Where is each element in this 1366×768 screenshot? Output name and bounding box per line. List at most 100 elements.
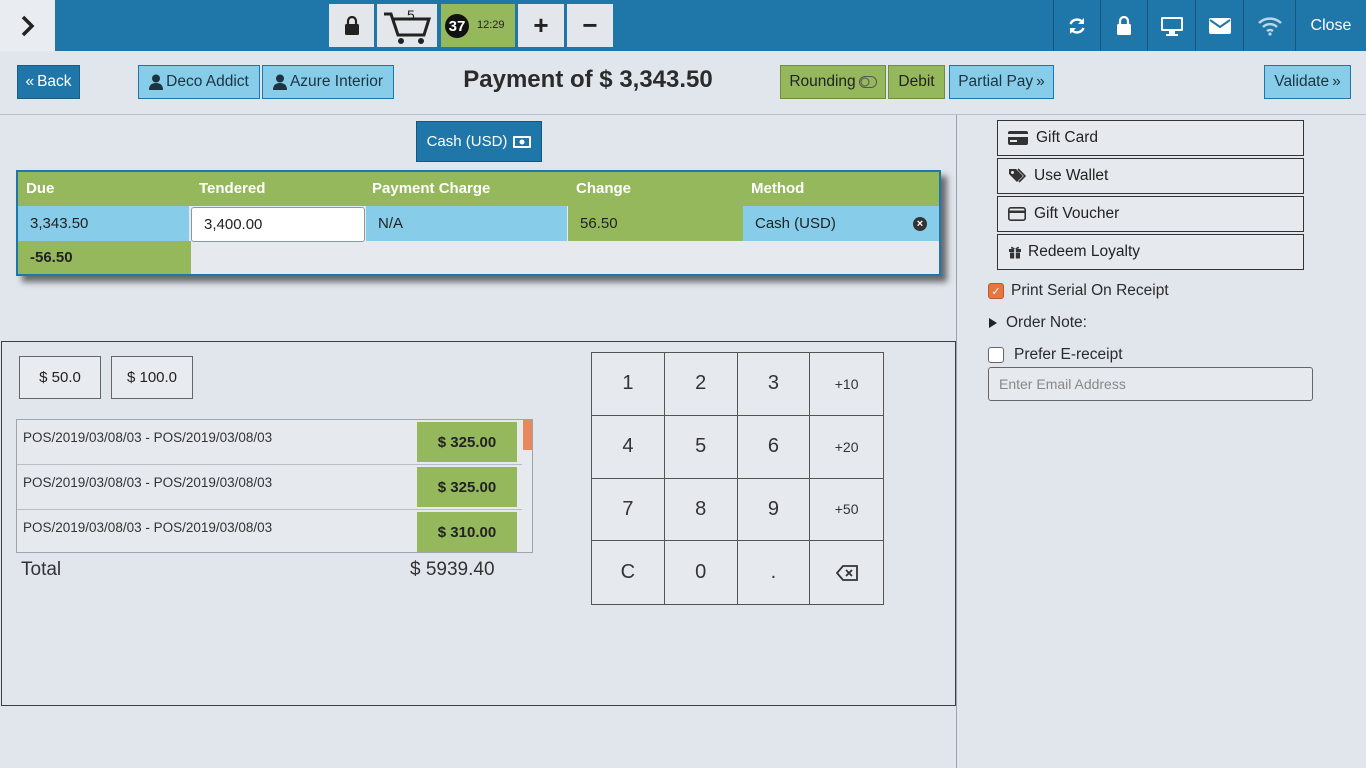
invoice-amount: $ 310.00 xyxy=(417,512,517,552)
customer-display-button[interactable] xyxy=(1147,0,1195,51)
cart-button[interactable]: 5 xyxy=(377,4,437,47)
change-cell: 56.50 xyxy=(568,206,743,241)
debit-button[interactable]: Debit xyxy=(888,65,945,99)
lock-icon xyxy=(344,15,359,35)
gift-voucher-button[interactable]: Gift Voucher xyxy=(997,196,1304,232)
double-chevron-right-icon: » xyxy=(1332,73,1341,90)
invoice-label: POS/2019/03/08/03 - POS/2019/03/08/03 xyxy=(23,520,273,535)
method-cell: Cash (USD) xyxy=(743,206,939,241)
delete-order-button[interactable]: − xyxy=(567,4,613,47)
chevron-right-icon xyxy=(21,15,34,36)
close-label: Close xyxy=(1310,16,1352,34)
gift-card-button[interactable]: Gift Card xyxy=(997,120,1304,156)
envelope-icon xyxy=(1208,17,1231,34)
new-order-button[interactable]: + xyxy=(518,4,564,47)
rounding-button[interactable]: Rounding xyxy=(780,65,886,99)
numpad-key-0[interactable]: 0 xyxy=(665,541,738,604)
backspace-icon xyxy=(835,564,858,581)
print-serial-checkbox[interactable]: ✓ xyxy=(988,283,1004,299)
numpad-key-1[interactable]: 1 xyxy=(592,353,665,416)
numpad-key-6[interactable]: 6 xyxy=(737,415,811,479)
customer-name: Deco Addict xyxy=(166,73,249,90)
credit-card-icon xyxy=(1008,207,1026,221)
order-note-toggle[interactable]: Order Note: xyxy=(988,314,1087,332)
scrollbar-thumb[interactable] xyxy=(523,420,532,450)
use-wallet-label: Use Wallet xyxy=(1034,167,1109,184)
print-serial-option[interactable]: ✓ Print Serial On Receipt xyxy=(988,282,1169,300)
sync-button[interactable] xyxy=(1053,0,1100,51)
payment-method-tab-cash[interactable]: Cash (USD) xyxy=(416,121,542,162)
prefer-ereceipt-checkbox[interactable] xyxy=(988,347,1004,363)
tendered-input[interactable]: 3,400.00 xyxy=(191,207,365,242)
payment-lines-table: Due Tendered Payment Charge Change Metho… xyxy=(16,170,941,276)
gift-voucher-label: Gift Voucher xyxy=(1034,205,1120,222)
refresh-icon xyxy=(1069,17,1085,34)
email-field[interactable] xyxy=(988,367,1313,401)
panel-divider xyxy=(956,115,957,768)
total-value: $ 5939.40 xyxy=(410,559,495,580)
order-selector[interactable]: 37 12:29 xyxy=(441,4,515,47)
customer-button-azure-interior[interactable]: Azure Interior xyxy=(262,65,394,99)
list-item[interactable]: POS/2019/03/08/03 - POS/2019/03/08/03 $ … xyxy=(17,465,522,510)
double-chevron-right-icon: » xyxy=(1036,73,1045,90)
numpad-key-decimal[interactable]: . xyxy=(738,541,811,604)
numpad-key-5[interactable]: 5 xyxy=(664,415,738,479)
page-title: Payment of $ 3,343.50 xyxy=(463,66,713,93)
header-divider xyxy=(0,114,1366,115)
gift-icon xyxy=(1009,246,1021,259)
numpad-key-4[interactable]: 4 xyxy=(592,415,665,479)
numpad-key-8[interactable]: 8 xyxy=(664,478,738,542)
numpad-key-plus50[interactable]: +50 xyxy=(810,479,883,542)
credit-card-icon xyxy=(1008,131,1028,145)
column-header-payment-charge: Payment Charge xyxy=(372,180,491,197)
validate-button[interactable]: Validate » xyxy=(1264,65,1351,99)
invoice-label: POS/2019/03/08/03 - POS/2019/03/08/03 xyxy=(23,475,273,490)
remove-payment-icon[interactable]: × xyxy=(913,217,927,231)
use-wallet-button[interactable]: Use Wallet xyxy=(997,158,1304,194)
numpad-key-plus20[interactable]: +20 xyxy=(810,416,883,479)
prefer-ereceipt-option[interactable]: Prefer E-receipt xyxy=(988,346,1123,364)
connection-status[interactable] xyxy=(1243,0,1295,51)
order-time: 12:29 xyxy=(477,19,505,31)
print-serial-label: Print Serial On Receipt xyxy=(1011,282,1169,299)
back-button[interactable]: « Back xyxy=(17,65,80,99)
invoice-list[interactable]: POS/2019/03/08/03 - POS/2019/03/08/03 $ … xyxy=(16,419,533,553)
money-bill-icon xyxy=(513,135,532,148)
partial-pay-button[interactable]: Partial Pay » xyxy=(949,65,1054,99)
tags-icon xyxy=(1009,168,1026,183)
column-header-change: Change xyxy=(576,180,632,197)
list-item[interactable]: POS/2019/03/08/03 - POS/2019/03/08/03 $ … xyxy=(17,420,522,465)
column-header-tendered: Tendered xyxy=(199,180,266,197)
invoice-label: POS/2019/03/08/03 - POS/2019/03/08/03 xyxy=(23,430,273,445)
close-button[interactable]: Close xyxy=(1295,0,1366,51)
wifi-icon xyxy=(1257,16,1282,36)
user-icon xyxy=(272,74,287,90)
order-number-badge: 37 xyxy=(445,14,469,38)
menu-toggle-button[interactable] xyxy=(0,0,55,51)
customer-button-deco-addict[interactable]: Deco Addict xyxy=(138,65,260,99)
numpad-key-plus10[interactable]: +10 xyxy=(810,353,883,416)
validate-label: Validate xyxy=(1274,73,1330,90)
numpad-key-7[interactable]: 7 xyxy=(592,478,665,542)
toggle-off-icon xyxy=(858,76,877,88)
quick-amount-100-button[interactable]: $ 100.0 xyxy=(111,356,193,399)
messages-button[interactable] xyxy=(1195,0,1243,51)
column-header-method: Method xyxy=(751,180,805,197)
numpad-key-3[interactable]: 3 xyxy=(737,353,811,416)
payment-charge-cell: N/A xyxy=(366,206,567,241)
table-header: Due Tendered Payment Charge Change Metho… xyxy=(18,172,939,206)
numpad-key-clear[interactable]: C xyxy=(592,541,665,604)
numpad-key-backspace[interactable] xyxy=(810,541,883,604)
minus-icon: − xyxy=(582,10,598,40)
lock-order-button[interactable] xyxy=(329,4,374,47)
list-item[interactable]: POS/2019/03/08/03 - POS/2019/03/08/03 $ … xyxy=(17,510,522,552)
double-chevron-left-icon: « xyxy=(25,73,35,90)
numpad-key-2[interactable]: 2 xyxy=(664,353,738,416)
payment-method-label: Cash (USD) xyxy=(426,133,508,150)
quick-amount-50-button[interactable]: $ 50.0 xyxy=(19,356,101,399)
rounding-label: Rounding xyxy=(789,73,856,90)
numpad-key-9[interactable]: 9 xyxy=(737,478,811,542)
order-note-label: Order Note: xyxy=(1006,314,1087,331)
lock-screen-button[interactable] xyxy=(1100,0,1147,51)
redeem-loyalty-button[interactable]: Redeem Loyalty xyxy=(997,234,1304,270)
